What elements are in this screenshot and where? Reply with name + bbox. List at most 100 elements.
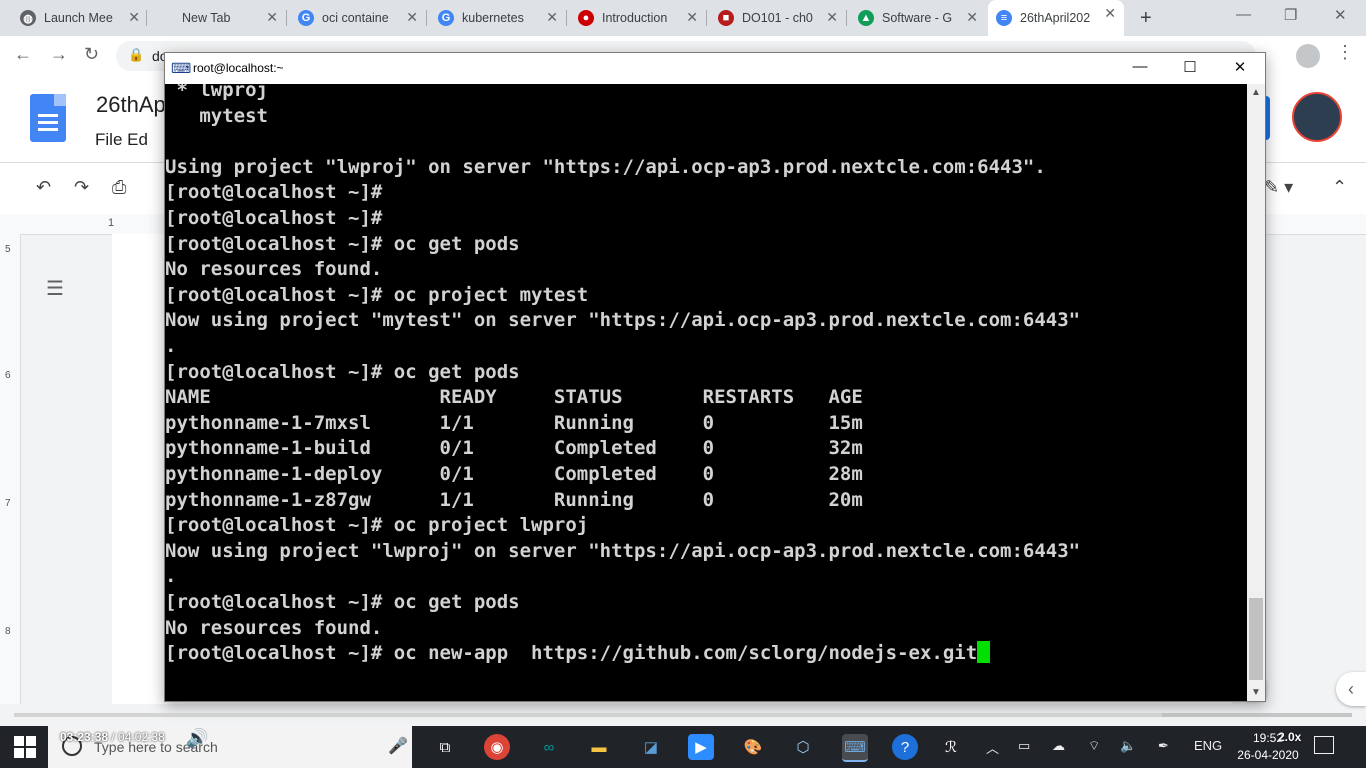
terminal-line: Using project "lwproj" on server "https:…	[165, 155, 1046, 181]
terminal-line-text: [root@localhost ~]# oc project lwproj	[165, 514, 589, 537]
scroll-down-icon[interactable]: ▼	[1247, 684, 1265, 701]
side-panel-toggle-icon[interactable]: ‹	[1336, 672, 1366, 706]
redhat-icon: ●	[578, 10, 594, 26]
tab-close-icon[interactable]: ✕	[128, 9, 140, 26]
microphone-icon[interactable]: 🎤	[388, 736, 408, 756]
new-tab-button[interactable]: +	[1140, 7, 1152, 30]
putty-title-bar[interactable]: ⌨ root@localhost:~ — ☐ ✕	[165, 53, 1265, 84]
tab-close-icon[interactable]: ✕	[546, 9, 558, 26]
docs-logo-icon[interactable]	[30, 94, 66, 142]
volume-icon[interactable]: 🔈	[1120, 738, 1136, 754]
redo-icon[interactable]: ↷	[74, 177, 89, 198]
terminal-line-text: [root@localhost ~]# oc get pods	[165, 360, 520, 383]
file-explorer-icon[interactable]: ▬	[586, 734, 612, 760]
back-icon[interactable]: ←	[14, 44, 32, 65]
people-icon[interactable]: ℛ	[938, 734, 964, 760]
chrome-icon[interactable]: ◉	[484, 734, 510, 760]
virtualbox-icon[interactable]: ⬡	[790, 734, 816, 760]
paint-icon[interactable]: 🎨	[740, 734, 766, 760]
ruler-number: 5	[5, 244, 11, 255]
terminal-line: [root@localhost ~]# oc get pods	[165, 590, 520, 616]
ruler-number: 7	[5, 498, 11, 509]
browser-tab[interactable]: ≡ 26thApril202 ✕	[988, 0, 1124, 36]
tab-separator	[426, 10, 427, 26]
putty-close-icon[interactable]: ✕	[1217, 58, 1263, 80]
video-volume-icon[interactable]: 🔊	[186, 728, 208, 749]
language-indicator[interactable]: ENG	[1194, 738, 1222, 753]
terminal-scrollbar[interactable]: ▲ ▼	[1247, 84, 1265, 701]
none	[158, 10, 174, 26]
undo-icon[interactable]: ↶	[36, 177, 51, 198]
wifi-icon[interactable]: ⌔	[1088, 738, 1100, 754]
terminal-line-text: No resources found.	[165, 616, 383, 639]
terminal-output[interactable]: * lwproj mytest Using project "lwproj" on…	[165, 84, 1247, 701]
terminal-line-text: NAME READY STATUS RESTARTS AGE	[165, 386, 863, 409]
windows-start-icon[interactable]	[14, 736, 36, 758]
browser-tab[interactable]: ▲ Software - G ✕	[850, 4, 986, 32]
tab-close-icon[interactable]: ✕	[1104, 5, 1116, 22]
browser-tab[interactable]: Goci containe ✕	[290, 4, 426, 32]
docs-icon: ≡	[996, 10, 1012, 26]
video-progress-bar[interactable]	[14, 713, 1352, 717]
reload-icon[interactable]: ↻	[84, 44, 99, 65]
video-speed[interactable]: 2.0x	[1278, 730, 1301, 744]
terminal-line: .	[165, 564, 176, 590]
battery-icon[interactable]: ▭	[1018, 738, 1030, 754]
user-avatar[interactable]	[1292, 92, 1342, 142]
putty-maximize-icon[interactable]: ☐	[1167, 58, 1213, 80]
ruler-number: 8	[5, 626, 11, 637]
terminal-line-text: .	[165, 335, 177, 357]
restore-icon[interactable]: ❐	[1284, 6, 1297, 24]
terminal-line-text: Now using project "mytest" on server "ht…	[165, 309, 1081, 332]
scrollbar-thumb[interactable]	[1249, 598, 1263, 680]
forward-icon[interactable]: →	[50, 44, 68, 65]
profile-avatar[interactable]	[1296, 44, 1320, 68]
tab-separator	[566, 10, 567, 26]
scroll-up-icon[interactable]: ▲	[1247, 84, 1265, 101]
tab-close-icon[interactable]: ✕	[966, 9, 978, 26]
editing-mode-icon[interactable]: ✎ ▾	[1264, 177, 1293, 198]
tab-close-icon[interactable]: ✕	[266, 9, 278, 26]
terminal-line: [root@localhost ~]# oc project lwproj	[165, 513, 588, 539]
putty-icon[interactable]: ⌨	[171, 60, 191, 76]
browser-tab[interactable]: Gkubernetes ✕	[430, 4, 566, 32]
putty-taskbar-icon[interactable]: ⌨	[842, 734, 868, 762]
tray-chevron-icon[interactable]: ︿	[986, 738, 999, 757]
onedrive-icon[interactable]: ☁	[1052, 738, 1065, 754]
tab-close-icon[interactable]: ✕	[406, 9, 418, 26]
pen-icon[interactable]: ✒	[1158, 738, 1169, 754]
virtual-machine-icon[interactable]: ◪	[638, 734, 664, 760]
arduino-icon[interactable]: ∞	[536, 734, 562, 760]
browser-tab[interactable]: ● Introduction ✕	[570, 4, 706, 32]
chrome-menu-icon[interactable]: ⋮	[1336, 42, 1354, 63]
close-icon[interactable]: ✕	[1334, 6, 1347, 24]
terminal-line-text: Using project "lwproj" on server "https:…	[165, 155, 1046, 178]
browser-tab[interactable]: New Tab ✕	[150, 4, 286, 32]
help-icon[interactable]: ?	[892, 734, 918, 760]
collapse-toolbar-icon[interactable]: ⌃	[1332, 177, 1347, 198]
print-icon[interactable]: ⎙	[112, 177, 126, 198]
ruler-mark: 1	[108, 217, 115, 229]
browser-tab-strip: ◍ Launch Mee ✕ New Tab ✕ Goci containe ✕ Gkuber…	[0, 0, 1366, 36]
tab-separator	[706, 10, 707, 26]
tab-label: kubernetes	[462, 11, 524, 25]
minimize-icon[interactable]: —	[1236, 6, 1251, 23]
task-view-icon[interactable]: ⧉	[432, 734, 458, 760]
document-title[interactable]: 26thAp	[96, 92, 166, 118]
browser-tab[interactable]: ■ DO101 - ch0 ✕	[710, 4, 846, 32]
terminal-line: Now using project "mytest" on server "ht…	[165, 308, 1080, 334]
zoom-icon[interactable]: ▶	[688, 734, 714, 760]
terminal-line-text: No resources found.	[165, 258, 383, 281]
terminal-line-text: * lwproj	[165, 84, 268, 101]
notifications-icon[interactable]	[1314, 736, 1334, 754]
tab-close-icon[interactable]: ✕	[686, 9, 698, 26]
terminal-line: [root@localhost ~]#	[165, 180, 382, 206]
drive-icon: ▲	[858, 10, 874, 26]
video-total-time: / 04:02:38	[108, 730, 165, 744]
tab-label: 26thApril202	[1020, 11, 1091, 25]
docs-menu-bar[interactable]: File Ed	[95, 130, 148, 150]
tab-close-icon[interactable]: ✕	[826, 9, 838, 26]
browser-tab[interactable]: ◍ Launch Mee ✕	[12, 4, 148, 32]
document-outline-icon[interactable]: ☰	[46, 276, 64, 301]
putty-minimize-icon[interactable]: —	[1117, 58, 1163, 80]
